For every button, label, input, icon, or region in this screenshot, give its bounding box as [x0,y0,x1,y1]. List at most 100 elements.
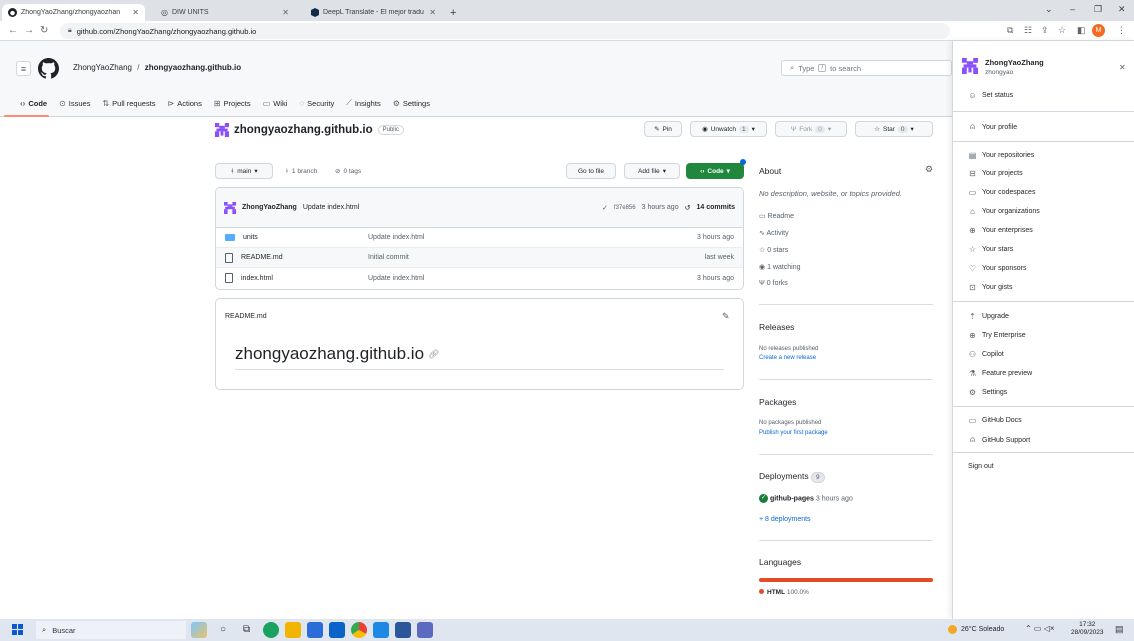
cortana-icon[interactable]: ○ [220,624,226,635]
vscode-icon[interactable] [373,622,389,638]
menu-item-projects[interactable]: ⊟ Your projects [968,169,1022,178]
menu-item-stars[interactable]: ☆ Your stars [968,245,1013,254]
unwatch-button[interactable]: ◉ Unwatch 1 ▾ [690,121,767,137]
side-panel-icon[interactable]: ◧ [1077,25,1086,36]
tab-projects[interactable]: ⊞ Projects [208,89,257,117]
tab-security[interactable]: ◌ Security [293,89,340,117]
weather-widget[interactable]: 26°C Soleado [948,625,1004,634]
menu-item-support[interactable]: ⍝ GitHub Support [968,435,1030,445]
mail-icon[interactable] [329,622,345,638]
breadcrumb-repo[interactable]: zhongyaozhang.github.io [145,63,241,72]
taskbar-search[interactable]: ⌕ Buscar [36,621,186,639]
tab-wiki[interactable]: ▭ Wiki [257,89,294,117]
teams-icon[interactable] [417,622,433,638]
forward-arrow-icon[interactable]: → [24,25,34,37]
edit-pencil-icon[interactable]: ✎ [722,311,730,322]
commit-count[interactable]: 14 commits [696,204,735,211]
menu-item-repositories[interactable]: ▤ Your repositories [968,151,1035,160]
code-button[interactable]: ‹› Code ▾ [686,163,744,179]
back-arrow-icon[interactable]: ← [8,25,18,37]
link-icon[interactable]: 🔗︎ [428,349,439,360]
system-tray-icons[interactable]: ⌃ ▭ ◁× [1025,624,1055,633]
menu-item-your-profile[interactable]: ⍝ Your profile [968,122,1017,132]
commit-hash[interactable]: f37e856 [614,205,636,211]
more-menu-icon[interactable]: ⋮ [1117,25,1126,36]
browser-tab-github[interactable]: ZhongYaoZhang/zhongyaozhan ✕ [2,4,145,21]
menu-item-copilot[interactable]: ⚇ Copilot [968,350,1004,359]
file-name[interactable]: README.md [241,254,283,261]
edge-icon[interactable] [263,622,279,638]
file-row-readme[interactable]: README.md Initial commit last week [216,248,743,268]
language-item[interactable]: HTML 100.0% [759,589,809,596]
share-icon[interactable]: ⇪ [1041,25,1049,36]
breadcrumb-owner[interactable]: ZhongYaoZhang [73,63,132,72]
publish-package-link[interactable]: Publish your first package [759,430,828,436]
menu-item-try-enterprise[interactable]: ⊕ Try Enterprise [968,331,1026,340]
star-button[interactable]: ☆ Star 0 ▾ [855,121,933,137]
deployment-item[interactable]: ✓ github-pages 3 hours ago [759,494,853,503]
address-bar[interactable]: 🔒︎ github.com/ZhongYaoZhang/zhongyaozhan… [60,23,950,39]
notifications-icon[interactable]: ▤ [1115,624,1124,635]
tab-insights[interactable]: ⟋ Insights [340,89,386,117]
tab-actions[interactable]: ⊳ Actions [162,89,208,117]
file-name[interactable]: index.html [241,275,273,282]
hamburger-menu-button[interactable]: ≡ [16,61,31,76]
menu-item-settings[interactable]: ⚙ Settings [968,388,1007,397]
menu-item-enterprises[interactable]: ⊕ Your enterprises [968,226,1033,235]
github-logo-icon[interactable] [38,58,59,79]
new-tab-button[interactable]: + [444,4,464,21]
deployments-title[interactable]: Deployments 9 [759,471,825,483]
about-watching-link[interactable]: ◉ 1 watching [759,263,801,271]
tab-issues[interactable]: ⊙ Issues [53,89,96,117]
menu-item-docs[interactable]: ▭ GitHub Docs [968,416,1022,425]
browser-tab-diw-units[interactable]: ◎ DIW UNITS ✕ [155,4,295,21]
menu-item-sponsors[interactable]: ♡ Your sponsors [968,264,1027,273]
tab-pull-requests[interactable]: ⇅ Pull requests [96,89,161,117]
packages-title[interactable]: Packages [759,397,796,407]
menu-item-codespaces[interactable]: ▭ Your codespaces [968,188,1036,197]
branches-link[interactable]: ᚼ1 branch [280,163,322,179]
chrome-icon[interactable] [351,622,367,638]
file-row-units[interactable]: units Update index.html 3 hours ago [216,228,743,248]
task-view-icon[interactable]: ⧉ [243,624,250,635]
close-panel-icon[interactable]: ✕ [1119,63,1126,72]
tab-code[interactable]: ‹› Code [0,89,53,117]
more-deployments-link[interactable]: + 8 deployments [759,516,811,523]
close-tab-icon[interactable]: ✕ [429,8,436,17]
news-widget-icon[interactable] [191,622,207,638]
about-gear-icon[interactable]: ⚙ [925,164,933,175]
reader-mode-icon[interactable]: ☷ [1024,25,1032,36]
tab-search-chevron-icon[interactable]: ⌄ [1045,4,1053,15]
file-name[interactable]: units [243,234,258,241]
store-icon[interactable] [307,622,323,638]
commit-author[interactable]: ZhongYaoZhang [242,204,297,211]
bookmark-star-icon[interactable]: ☆ [1058,25,1066,36]
about-readme-link[interactable]: ▭ Readme [759,212,794,220]
cast-icon[interactable]: ⧉ [1007,25,1013,36]
browser-profile-avatar[interactable]: M [1092,24,1105,37]
file-explorer-icon[interactable] [285,622,301,638]
fork-button[interactable]: Ψ Fork 0 ▾ [775,121,847,137]
create-release-link[interactable]: Create a new release [759,355,816,361]
tab-settings[interactable]: ⚙ Settings [387,89,436,117]
browser-tab-deepl[interactable]: DeepL Translate - El mejor tradu ✕ [305,4,442,21]
menu-item-feature-preview[interactable]: ⚗ Feature preview [968,369,1032,378]
readme-label[interactable]: README.md [225,313,267,320]
releases-title[interactable]: Releases [759,322,794,332]
pin-button[interactable]: ✎ Pin [644,121,682,137]
repo-name[interactable]: zhongyaozhang.github.io [234,124,373,136]
minimize-icon[interactable]: – [1070,4,1075,14]
file-commit-message[interactable]: Update index.html [368,234,697,241]
add-file-button[interactable]: Add file ▾ [624,163,680,179]
sign-out-item[interactable]: Sign out [968,463,994,470]
search-input[interactable]: ⌕ Type / to search [781,60,952,76]
file-row-index[interactable]: index.html Update index.html 3 hours ago [216,268,743,288]
reload-icon[interactable]: ↻ [40,25,48,37]
set-status-item[interactable]: ☺ Set status [968,91,1013,100]
file-commit-message[interactable]: Update index.html [368,275,697,282]
menu-item-gists[interactable]: ⊡ Your gists [968,283,1012,292]
close-window-icon[interactable]: ✕ [1118,4,1126,15]
tags-link[interactable]: ⊘ 0 tags [330,163,366,179]
branch-selector[interactable]: ᚼ main ▾ [215,163,273,179]
word-icon[interactable] [395,622,411,638]
